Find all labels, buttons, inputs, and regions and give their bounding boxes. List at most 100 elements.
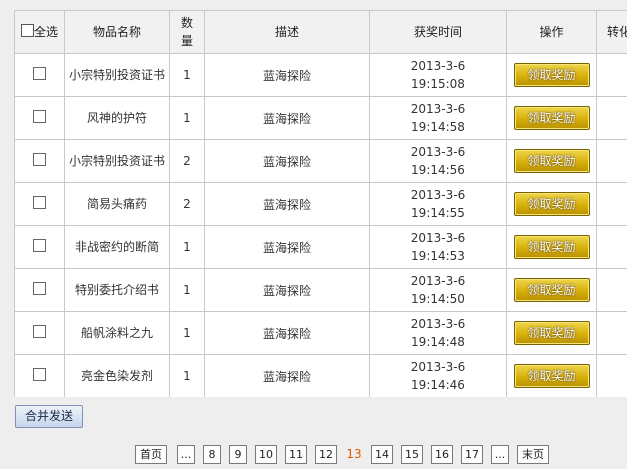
- action-cell: 领取奖励: [506, 354, 597, 397]
- claim-reward-button[interactable]: 领取奖励: [513, 149, 590, 173]
- table-row: 船帆涂料之九 1 蓝海探险 2013-3-6 19:14:48 领取奖励: [14, 311, 627, 355]
- award-date: 2013-3-6: [410, 317, 466, 331]
- award-clock: 19:14:55: [411, 206, 465, 220]
- page-ellipsis-right[interactable]: ...: [491, 444, 509, 464]
- row-checkbox[interactable]: [33, 153, 46, 166]
- table-row: 亮金色染发剂 1 蓝海探险 2013-3-6 19:14:46 领取奖励: [14, 354, 627, 397]
- transfer-header: 转化成: [596, 10, 627, 54]
- row-checkbox[interactable]: [33, 282, 46, 295]
- transfer-cell: [596, 225, 627, 269]
- item-name: 小宗特别投资证书: [64, 53, 170, 97]
- transfer-cell: [596, 354, 627, 397]
- action-cell: 领取奖励: [506, 268, 597, 312]
- items-table-container: 全选 物品名称 数量 描述 获奖时间 操作 转化成 小宗特别投资证书1蓝海探险2…: [14, 10, 627, 397]
- award-clock: 19:14:53: [411, 249, 465, 263]
- award-time: 2013-3-6 19:14:48: [369, 311, 507, 355]
- page-button-16[interactable]: 16: [431, 444, 453, 464]
- item-quantity: 2: [169, 182, 205, 226]
- row-select-cell[interactable]: [14, 268, 65, 312]
- transfer-cell: [596, 96, 627, 140]
- item-quantity: 1: [169, 96, 205, 140]
- item-name: 亮金色染发剂: [64, 354, 170, 397]
- claim-reward-button[interactable]: 领取奖励: [513, 364, 590, 388]
- award-date: 2013-3-6: [410, 188, 466, 202]
- row-checkbox[interactable]: [33, 368, 46, 381]
- award-time: 2013-3-6 19:14:56: [369, 139, 507, 183]
- row-checkbox[interactable]: [33, 325, 46, 338]
- page-ellipsis-left[interactable]: ...: [177, 444, 195, 464]
- item-description: 蓝海探险: [204, 53, 370, 97]
- table-row: 简易头痛药 2 蓝海探险 2013-3-6 19:14:55 领取奖励: [14, 182, 627, 226]
- item-description: 蓝海探险: [204, 225, 370, 269]
- row-select-cell[interactable]: [14, 139, 65, 183]
- claim-reward-button[interactable]: 领取奖励: [513, 63, 590, 87]
- select-all-header[interactable]: 全选: [14, 10, 65, 54]
- item-quantity: 1: [169, 268, 205, 312]
- row-checkbox[interactable]: [33, 67, 46, 80]
- page-button-8[interactable]: 8: [203, 444, 221, 464]
- row-select-cell[interactable]: [14, 96, 65, 140]
- award-time: 2013-3-6 19:14:46: [369, 354, 507, 397]
- award-time: 2013-3-6 19:14:50: [369, 268, 507, 312]
- merge-send-button[interactable]: 合并发送: [15, 405, 83, 428]
- item-description: 蓝海探险: [204, 311, 370, 355]
- item-description: 蓝海探险: [204, 96, 370, 140]
- award-clock: 19:14:50: [411, 292, 465, 306]
- award-date: 2013-3-6: [410, 145, 466, 159]
- page-button-12[interactable]: 12: [315, 444, 337, 464]
- claim-reward-button[interactable]: 领取奖励: [513, 192, 590, 216]
- table-row: 小宗特别投资证书 2 蓝海探险 2013-3-6 19:14:56 领取奖励: [14, 139, 627, 183]
- item-name: 非战密约的断简: [64, 225, 170, 269]
- page-button-17[interactable]: 17: [461, 444, 483, 464]
- award-date: 2013-3-6: [410, 231, 466, 245]
- award-date: 2013-3-6: [410, 102, 466, 116]
- award-clock: 19:14:46: [411, 378, 465, 392]
- table-row: 非战密约的断简 1 蓝海探险 2013-3-6 19:14:53 领取奖励: [14, 225, 627, 269]
- award-time: 2013-3-6 19:15:08: [369, 53, 507, 97]
- select-all-checkbox[interactable]: [20, 24, 34, 37]
- award-date: 2013-3-6: [410, 360, 466, 374]
- row-checkbox[interactable]: [33, 239, 46, 252]
- page-button-15[interactable]: 15: [401, 444, 423, 464]
- action-cell: 领取奖励: [506, 96, 597, 140]
- table-row: 特别委托介绍书 1 蓝海探险 2013-3-6 19:14:50 领取奖励: [14, 268, 627, 312]
- award-clock: 19:14:48: [411, 335, 465, 349]
- award-clock: 19:15:08: [411, 77, 465, 91]
- item-description: 蓝海探险: [204, 268, 370, 312]
- claim-reward-button[interactable]: 领取奖励: [513, 321, 590, 345]
- row-select-cell[interactable]: [14, 311, 65, 355]
- page-button-9[interactable]: 9: [229, 444, 247, 464]
- claim-reward-button[interactable]: 领取奖励: [513, 278, 590, 302]
- claim-reward-button[interactable]: 领取奖励: [513, 235, 590, 259]
- item-description: 蓝海探险: [204, 354, 370, 397]
- row-select-cell[interactable]: [14, 53, 65, 97]
- transfer-cell: [596, 53, 627, 97]
- pagination: 首页 ... 8 9 10 11 12 13 14 15 16 17 ... 末页: [135, 444, 549, 464]
- item-quantity: 2: [169, 139, 205, 183]
- row-checkbox[interactable]: [33, 110, 46, 123]
- first-page-button[interactable]: 首页: [135, 444, 167, 464]
- select-all-label: 全选: [33, 25, 58, 39]
- action-cell: 领取奖励: [506, 311, 597, 355]
- item-description: 蓝海探险: [204, 139, 370, 183]
- item-name: 小宗特别投资证书: [64, 139, 170, 183]
- last-page-button[interactable]: 末页: [517, 444, 549, 464]
- award-date: 2013-3-6: [410, 59, 466, 73]
- page-button-14[interactable]: 14: [371, 444, 393, 464]
- award-date: 2013-3-6: [410, 274, 466, 288]
- award-clock: 19:14:56: [411, 163, 465, 177]
- row-checkbox[interactable]: [33, 196, 46, 209]
- row-select-cell[interactable]: [14, 225, 65, 269]
- award-time: 2013-3-6 19:14:55: [369, 182, 507, 226]
- page-button-10[interactable]: 10: [255, 444, 277, 464]
- table-row: 小宗特别投资证书 1 蓝海探险 2013-3-6 19:15:08 领取奖励: [14, 53, 627, 97]
- item-name: 特别委托介绍书: [64, 268, 170, 312]
- award-clock: 19:14:58: [411, 120, 465, 134]
- transfer-cell: [596, 139, 627, 183]
- claim-reward-button[interactable]: 领取奖励: [513, 106, 590, 130]
- row-select-cell[interactable]: [14, 182, 65, 226]
- quantity-header: 数量: [169, 10, 205, 54]
- description-header: 描述: [204, 10, 370, 54]
- row-select-cell[interactable]: [14, 354, 65, 397]
- page-button-11[interactable]: 11: [285, 444, 307, 464]
